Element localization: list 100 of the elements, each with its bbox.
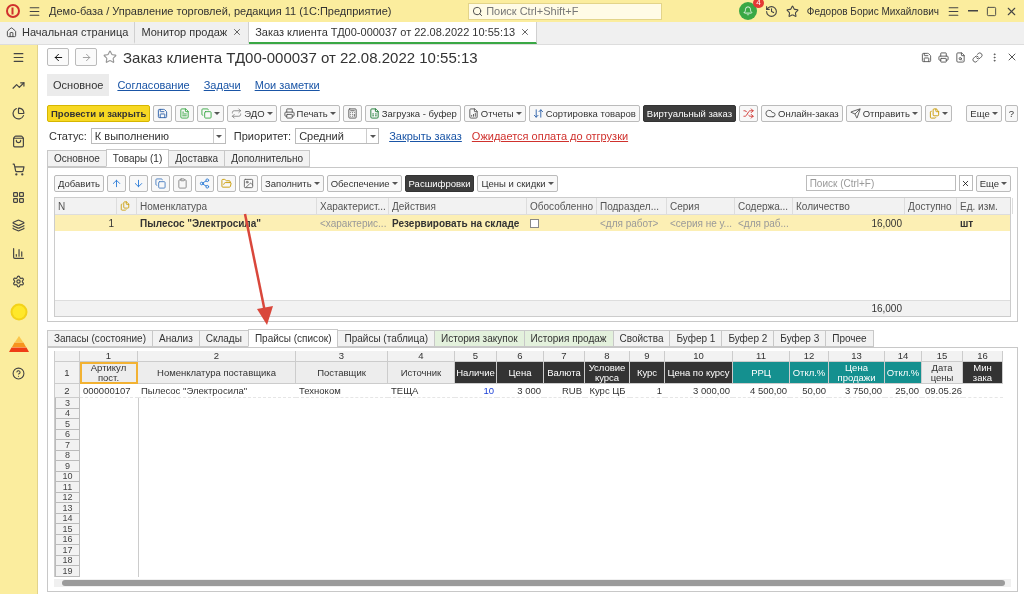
menu-button[interactable]: Печать <box>279 104 340 122</box>
status-select[interactable]: К выполнению <box>90 128 226 144</box>
warning-link[interactable]: Ожидается оплата до отгрузки <box>471 130 629 142</box>
shuffle-button[interactable] <box>739 104 758 122</box>
dark-button[interactable]: Виртуальный заказ <box>642 104 736 122</box>
column-header[interactable]: Действия <box>389 198 527 214</box>
close-icon <box>961 178 971 188</box>
dark-button[interactable]: Расшифровки <box>404 174 475 192</box>
form-tab[interactable]: Основное <box>47 150 107 167</box>
share-button[interactable] <box>195 174 214 192</box>
column-header[interactable]: Номенклатура <box>137 198 317 214</box>
image-icon <box>243 177 254 189</box>
form-tab[interactable]: Дополнительно <box>224 150 311 167</box>
section-link[interactable]: Задачи <box>197 74 247 96</box>
table-cell-text: 16,000 <box>870 216 903 231</box>
column-header[interactable]: Серия <box>667 198 735 214</box>
user-name[interactable]: Федоров Борис Михайлович <box>806 5 939 17</box>
toolbar-button[interactable]: Добавить <box>54 174 104 192</box>
back-button[interactable] <box>47 48 69 66</box>
tab[interactable]: Прочее <box>825 330 874 347</box>
column-header[interactable]: Количество <box>793 198 905 214</box>
toolbar-button[interactable]: Загрузка - буфер <box>364 104 461 122</box>
column-header[interactable]: Доступно <box>905 198 957 214</box>
toolbar-button[interactable]: Еще <box>966 104 1002 122</box>
menu-button[interactable]: Отчеты <box>463 104 526 122</box>
sheet-header: Откл.% <box>885 362 922 384</box>
column-header[interactable]: Содержа... <box>735 198 793 214</box>
clipboard-button[interactable] <box>173 174 192 192</box>
move-up-button[interactable] <box>107 174 126 192</box>
section-link[interactable]: Согласование <box>111 74 196 96</box>
section-link[interactable]: Мои заметки <box>248 74 326 96</box>
grid-icon[interactable] <box>12 191 25 204</box>
search-icon <box>472 5 484 17</box>
files-button[interactable] <box>924 104 952 122</box>
pyramid-icon[interactable] <box>8 336 29 352</box>
pie-chart-icon[interactable] <box>12 107 25 120</box>
tab[interactable]: Запасы (состояние) <box>47 330 153 347</box>
menu-button[interactable]: Еще <box>975 174 1011 192</box>
tab[interactable]: Буфер 1 <box>669 330 723 347</box>
column-header[interactable]: Ед. изм. <box>957 198 1013 214</box>
bar-chart-icon[interactable] <box>12 247 25 260</box>
toolbar-button[interactable]: ? <box>1004 104 1018 122</box>
copy-button[interactable] <box>197 104 225 122</box>
sheet-header: Курс <box>630 362 665 384</box>
menu-button[interactable]: Цены и скидки <box>477 174 558 192</box>
calculator-button[interactable] <box>342 104 362 122</box>
menu-icon[interactable] <box>12 51 25 64</box>
horizontal-scrollbar[interactable] <box>54 579 1011 587</box>
forward-button[interactable] <box>75 48 97 66</box>
tab[interactable]: Буфер 2 <box>721 330 775 347</box>
tab[interactable]: История закупок <box>434 330 525 347</box>
notifications-button[interactable] <box>738 2 757 20</box>
settings-icon[interactable] <box>12 275 25 288</box>
save-button[interactable] <box>153 104 173 122</box>
post-and-close-button[interactable]: Провести и закрыть <box>47 104 151 122</box>
toolbar-button[interactable]: Онлайн-заказ <box>761 104 843 122</box>
menu-button[interactable]: Отправить <box>845 104 922 122</box>
form-tab[interactable]: Доставка <box>168 150 226 167</box>
priority-select[interactable]: Средний <box>295 128 380 144</box>
image-button[interactable] <box>239 174 258 192</box>
close-icon <box>520 27 531 37</box>
tab[interactable]: Прайсы (список) <box>247 329 339 347</box>
document-button[interactable] <box>175 104 195 122</box>
tab[interactable]: Буфер 3 <box>773 330 827 347</box>
stack-icon[interactable] <box>12 219 25 232</box>
column-header[interactable]: Подраздел... <box>597 198 667 214</box>
move-down-button[interactable] <box>129 174 148 192</box>
form-tab[interactable]: Товары (1) <box>105 149 170 167</box>
cart-icon[interactable] <box>12 163 25 176</box>
column-header[interactable]: Характерист... <box>317 198 389 214</box>
column-header[interactable]: Обособленно <box>527 198 597 214</box>
clear-button[interactable] <box>958 175 973 191</box>
logo-icon <box>6 4 20 18</box>
exchange-icon <box>231 107 243 119</box>
tab[interactable]: Склады <box>198 330 249 347</box>
document-title: Заказ клиента ТД00-000037 от 22.08.2022 10:55:13 <box>123 48 478 66</box>
row-number: 5 <box>55 419 80 430</box>
folder-button[interactable] <box>217 174 236 192</box>
tab[interactable]: История продаж <box>523 330 614 347</box>
search-field[interactable]: Поиск (Ctrl+F) <box>805 175 956 191</box>
tab[interactable]: Свойства <box>612 330 671 347</box>
menu-button[interactable]: Заполнить <box>261 174 324 192</box>
checkbox[interactable] <box>530 218 539 228</box>
column-header[interactable]: N <box>55 198 117 214</box>
chart-icon[interactable] <box>12 79 25 92</box>
sheet-header: Артикул пост. <box>80 362 138 384</box>
sheet-cell: Техноком <box>296 384 388 398</box>
copy-icon <box>155 177 166 189</box>
minimize-icon[interactable] <box>968 10 978 12</box>
copy-button[interactable] <box>151 174 170 192</box>
section-link[interactable]: Основное <box>47 74 110 96</box>
bag-icon[interactable] <box>12 135 25 148</box>
toolbar-button[interactable]: Сортировка товаров <box>528 104 640 122</box>
close-order-link[interactable]: Закрыть заказ <box>389 130 462 142</box>
menu-button[interactable]: ЭДО <box>227 104 277 122</box>
window-tab[interactable]: Заказ клиента ТД00-000037 от 22.08.2022 10:55:13 <box>249 22 538 44</box>
tab[interactable]: Анализ <box>152 330 200 347</box>
menu-button[interactable]: Обеспечение <box>326 174 402 192</box>
search-field[interactable]: Поиск Ctrl+Shift+F <box>468 2 663 20</box>
tab[interactable]: Прайсы (таблица) <box>337 330 436 347</box>
